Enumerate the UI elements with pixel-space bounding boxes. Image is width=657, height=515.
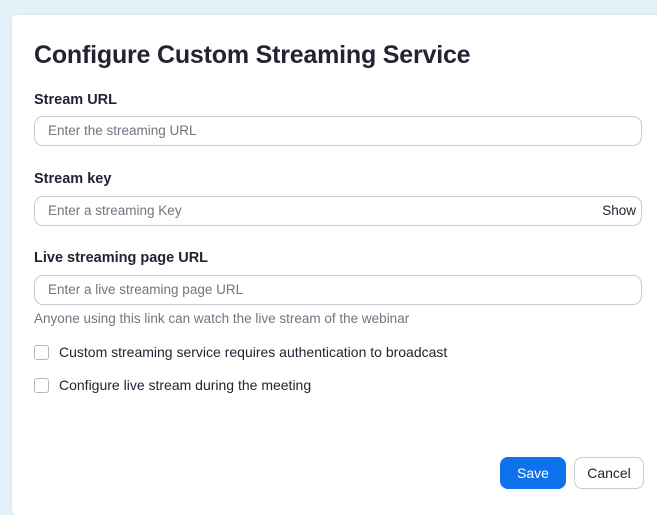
stream-key-input[interactable]: Enter a streaming Key Show (34, 196, 642, 226)
configure-streaming-dialog: Configure Custom Streaming Service Strea… (12, 15, 657, 515)
auth-required-option[interactable]: Custom streaming service requires authen… (34, 344, 447, 360)
stream-key-placeholder: Enter a streaming Key (48, 203, 182, 218)
auth-required-label: Custom streaming service requires authen… (59, 344, 448, 360)
stream-url-placeholder: Enter the streaming URL (48, 123, 197, 138)
auth-required-checkbox[interactable] (34, 344, 49, 360)
show-key-button[interactable]: Show (602, 203, 636, 218)
page-url-label: Live streaming page URL (34, 250, 209, 266)
configure-during-meeting-option[interactable]: Configure live stream during the meeting (34, 377, 311, 393)
stream-key-label: Stream key (34, 171, 112, 187)
stream-url-label: Stream URL (34, 92, 117, 108)
dialog-title: Configure Custom Streaming Service (34, 41, 471, 69)
cancel-button[interactable]: Cancel (574, 457, 644, 489)
stream-url-input[interactable]: Enter the streaming URL (34, 116, 642, 146)
configure-during-meeting-label: Configure live stream during the meeting (59, 377, 312, 393)
page-url-input[interactable]: Enter a live streaming page URL (34, 275, 642, 305)
page-url-placeholder: Enter a live streaming page URL (48, 282, 244, 297)
configure-during-meeting-checkbox[interactable] (34, 377, 49, 393)
page-url-hint: Anyone using this link can watch the liv… (34, 311, 410, 326)
save-button[interactable]: Save (500, 457, 566, 489)
